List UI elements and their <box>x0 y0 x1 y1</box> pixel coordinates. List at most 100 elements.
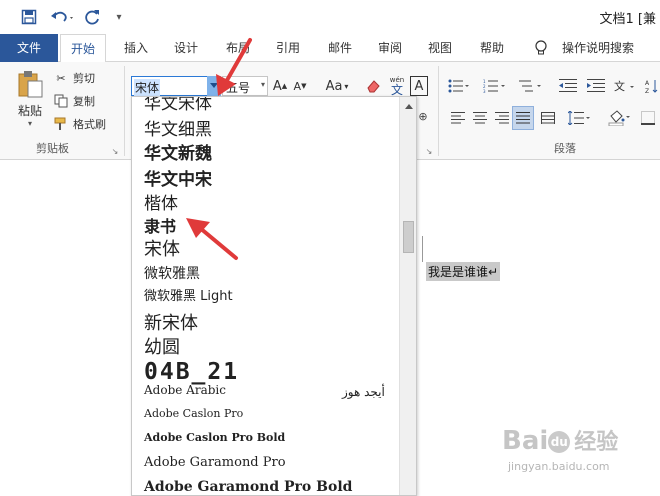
format-painter-label: 格式刷 <box>73 118 106 131</box>
title-bar: ▾ 文档1 [兼 <box>0 0 660 34</box>
font-list-item[interactable]: 华文宋体 <box>144 96 212 114</box>
sort-icon: AZ <box>645 80 658 94</box>
paintbrush-icon <box>53 116 69 132</box>
change-case-icon: Aa <box>325 78 343 94</box>
shrink-font-button[interactable]: A ▼ <box>292 76 308 96</box>
paste-icon <box>18 71 43 98</box>
customize-qat-icon[interactable]: ▾ <box>112 6 126 28</box>
annotation-arrow-middle <box>186 218 238 260</box>
lightbulb-icon[interactable] <box>530 34 552 62</box>
tab-references[interactable]: 引用 <box>266 34 310 62</box>
font-list-item[interactable]: Adobe Caslon Pro <box>144 407 243 420</box>
font-list-item[interactable]: Adobe Garamond Pro Bold <box>144 479 352 495</box>
group-divider <box>438 66 439 156</box>
shading-button[interactable] <box>606 108 634 128</box>
character-border-icon: A <box>414 78 424 94</box>
cut-button[interactable]: ✂ 剪切 <box>53 70 95 86</box>
tab-home[interactable]: 开始 <box>60 34 106 63</box>
font-list-item[interactable]: Adobe Caslon Pro Bold <box>144 431 285 444</box>
font-list-item[interactable]: 幼圆 <box>144 333 180 359</box>
format-painter-button[interactable]: 格式刷 <box>53 116 106 132</box>
tab-file[interactable]: 文件 <box>0 34 58 62</box>
redo-icon[interactable] <box>82 6 104 28</box>
shrink-font-icon: A <box>293 79 302 93</box>
copy-button[interactable]: 复制 <box>53 93 95 109</box>
font-item-label: 华文中宋 <box>144 170 212 190</box>
font-list-item[interactable]: 楷体 <box>144 189 178 214</box>
enclose-char-icon[interactable]: ⊕ <box>416 108 430 124</box>
tab-insert[interactable]: 插入 <box>114 34 158 62</box>
line-spacing-button[interactable] <box>566 108 592 128</box>
borders-icon <box>641 111 655 125</box>
font-item-label: Adobe Caslon Pro <box>144 407 244 420</box>
font-list-item[interactable]: 微软雅黑 Light <box>144 285 233 304</box>
tab-design[interactable]: 设计 <box>164 34 208 62</box>
document-body-text[interactable]: 我是是谁谁↵ <box>426 262 501 281</box>
group-divider <box>124 66 125 156</box>
font-list-item[interactable]: 微软雅黑 <box>144 263 200 283</box>
tab-review[interactable]: 审阅 <box>368 34 412 62</box>
numbering-button[interactable]: 123 <box>480 76 510 96</box>
align-center-icon <box>473 112 487 124</box>
scroll-thumb[interactable] <box>403 221 414 253</box>
character-border-button[interactable]: A <box>410 76 428 96</box>
line-spacing-icon <box>568 111 590 125</box>
font-list-item[interactable]: Adobe Arabic <box>144 383 226 397</box>
decrease-indent-button[interactable] <box>556 76 580 96</box>
font-item-label: 楷体 <box>144 194 178 214</box>
font-list-item[interactable]: 04B_21 <box>144 359 239 385</box>
paste-button[interactable]: 粘贴 ▾ <box>14 70 46 128</box>
clipboard-group-label: 剪贴板 <box>36 142 69 155</box>
save-icon[interactable] <box>18 6 40 28</box>
tab-mailings[interactable]: 邮件 <box>318 34 362 62</box>
font-sample-text: أيجد هوز <box>342 385 385 399</box>
font-item-label: 华文细黑 <box>144 120 212 140</box>
tab-view[interactable]: 视图 <box>418 34 462 62</box>
font-item-label: 华文宋体 <box>144 96 212 114</box>
font-list-item[interactable]: 华文中宋 <box>144 165 212 190</box>
phonetic-guide-button[interactable]: wén 文 <box>388 74 406 98</box>
font-list-scrollbar[interactable] <box>399 97 416 495</box>
font-launcher-icon[interactable]: ↘ <box>424 146 434 156</box>
font-name-combobox[interactable]: 宋体 <box>131 76 221 96</box>
font-item-label: 隶书 <box>144 217 177 236</box>
align-left-button[interactable] <box>448 108 468 128</box>
tell-me-search[interactable]: 操作说明搜索 <box>556 34 640 62</box>
font-item-label: 新宋体 <box>144 313 198 334</box>
font-list-item[interactable]: 华文新魏 <box>144 139 212 164</box>
font-list-item[interactable]: 隶书 <box>144 213 176 237</box>
increase-indent-icon <box>587 79 605 92</box>
watermark-brand: Bai <box>502 426 549 456</box>
chevron-down-icon: ▾ <box>27 119 32 128</box>
clear-formatting-button[interactable] <box>364 76 382 96</box>
change-case-button[interactable]: Aa ▾ <box>322 76 352 96</box>
grow-font-button[interactable]: A ▲ <box>272 76 288 96</box>
justify-button[interactable] <box>512 106 534 130</box>
font-list-item[interactable]: Adobe Garamond Pro <box>144 455 286 470</box>
font-item-label: 宋体 <box>144 239 180 260</box>
font-list-item[interactable]: 华文细黑 <box>144 115 212 140</box>
clipboard-launcher-icon[interactable]: ↘ <box>110 146 120 156</box>
copy-icon <box>53 93 69 109</box>
chinese-layout-button[interactable]: 文 <box>612 76 640 96</box>
align-right-button[interactable] <box>492 108 512 128</box>
align-left-icon <box>451 112 465 124</box>
align-right-icon <box>495 112 509 124</box>
font-list-item[interactable]: 宋体 <box>144 235 180 261</box>
sort-button[interactable]: AZ <box>644 76 660 96</box>
font-list-item[interactable]: 新宋体 <box>144 309 198 335</box>
bullets-button[interactable] <box>446 76 472 96</box>
font-dropdown-list[interactable]: 华文宋体华文细黑 华文新魏华文中宋楷体隶书宋体微软雅黑微软雅黑 Light 新宋体幼… <box>131 96 417 496</box>
align-center-button[interactable] <box>470 108 490 128</box>
svg-text:文: 文 <box>614 79 625 93</box>
borders-button[interactable] <box>638 108 658 128</box>
font-name-value: 宋体 <box>134 79 161 96</box>
scroll-up-icon[interactable] <box>400 97 416 114</box>
multilevel-list-icon <box>519 80 541 92</box>
increase-indent-button[interactable] <box>584 76 608 96</box>
distributed-button[interactable] <box>538 108 558 128</box>
multilevel-list-button[interactable] <box>516 76 546 96</box>
paragraph-group-label: 段落 <box>554 142 576 155</box>
undo-icon[interactable] <box>48 6 78 28</box>
tab-help[interactable]: 帮助 <box>470 34 514 62</box>
